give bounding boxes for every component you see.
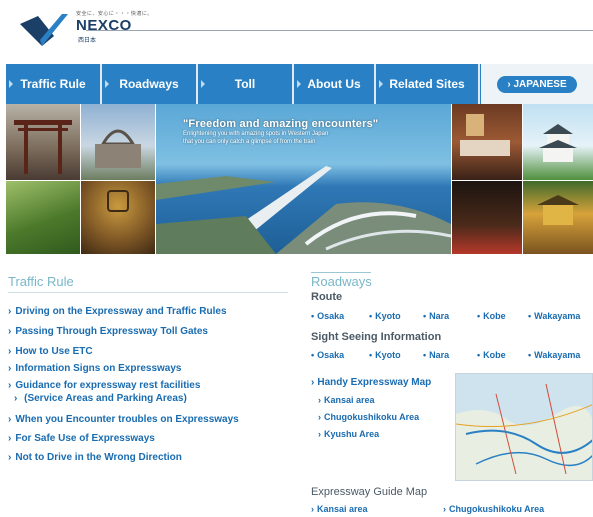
nav-label: Toll [234, 77, 256, 91]
link-driving-rules[interactable]: Driving on the Expressway and Traffic Ru… [8, 306, 226, 317]
nav-related-sites[interactable]: Related Sites [376, 64, 480, 104]
site-header: 安全に、安心に・・・快適に。 NEXCO 西日本 [0, 0, 593, 58]
handy-map-link[interactable]: Handy Expressway Map [311, 377, 431, 388]
nav-traffic-rule[interactable]: Traffic Rule [6, 64, 102, 104]
guide-chugokushikoku[interactable]: Chugokushikoku Area [443, 504, 544, 514]
arrow-icon [105, 80, 109, 88]
arrow-icon [297, 80, 301, 88]
dome-ruin-icon [95, 129, 141, 168]
link-wrong-direction[interactable]: Not to Drive in the Wrong Direction [8, 452, 181, 463]
nav-label: Related Sites [389, 77, 465, 91]
title-accent [311, 272, 371, 273]
route-wakayama[interactable]: Wakayama [528, 311, 580, 321]
sightseeing-wakayama[interactable]: Wakayama [528, 350, 580, 360]
sightseeing-kyoto[interactable]: Kyoto [369, 350, 401, 360]
language-switch: › JAPANESE [481, 64, 593, 104]
nav-roadways[interactable]: Roadways [102, 64, 198, 104]
handy-chugokushikoku[interactable]: Chugokushikoku Area [318, 412, 419, 422]
nav-toll[interactable]: Toll [198, 64, 294, 104]
rice-terrace-photo [6, 181, 80, 254]
banner-title: "Freedom and amazing encounters" [183, 118, 379, 130]
festival-photo [452, 181, 522, 254]
sightseeing-kobe[interactable]: Kobe [477, 350, 506, 360]
nexco-logo-icon [20, 14, 68, 46]
link-information-signs[interactable]: Information Signs on Expressways [8, 363, 181, 374]
torii-gate-photo [6, 104, 80, 180]
route-kyoto[interactable]: Kyoto [369, 311, 401, 321]
pavilion-icon [537, 195, 579, 225]
nav-about-us[interactable]: About Us [294, 64, 376, 104]
handy-kyushu[interactable]: Kyushu Area [318, 429, 379, 439]
arrow-icon [201, 80, 205, 88]
castle-icon [539, 124, 577, 162]
link-troubles[interactable]: When you Encounter troubles on Expresswa… [8, 414, 238, 425]
link-toll-gates[interactable]: Passing Through Expressway Toll Gates [8, 326, 208, 337]
sightseeing-heading: Sight Seeing Information [311, 331, 442, 343]
route-nara[interactable]: Nara [423, 311, 449, 321]
guide-map-heading: Expressway Guide Map [311, 486, 428, 498]
golden-pavilion-photo [523, 181, 593, 254]
route-heading: Route [311, 291, 343, 303]
torii-gate-icon [14, 120, 72, 174]
ryokan-room-photo [452, 104, 522, 180]
main-nav: Traffic Rule Roadways Toll About Us Rela… [6, 64, 593, 104]
link-rest-facilities-continued[interactable]: (Service Areas and Parking Areas) [14, 393, 187, 404]
header-divider [86, 30, 593, 31]
castle-photo [523, 104, 593, 180]
link-etc[interactable]: How to Use ETC [8, 346, 92, 357]
traffic-rule-title[interactable]: Traffic Rule [8, 274, 74, 289]
banner-caption: "Freedom and amazing encounters" Enlight… [183, 118, 443, 146]
room-interior-icon [460, 114, 510, 156]
route-osaka[interactable]: Osaka [311, 311, 344, 321]
stone-carving-photo [81, 181, 155, 254]
arrow-icon [379, 80, 383, 88]
banner-line: Enlightening you with amazing spots in W… [183, 131, 329, 137]
nav-label: Traffic Rule [20, 77, 86, 91]
logo-tagline: 安全に、安心に・・・快適に。 [76, 11, 153, 17]
logo-subtitle: 西日本 [78, 38, 97, 44]
link-safe-use[interactable]: For Safe Use of Expressways [8, 433, 155, 444]
sightseeing-nara[interactable]: Nara [423, 350, 449, 360]
section-divider [8, 292, 288, 293]
route-kobe[interactable]: Kobe [477, 311, 506, 321]
nav-label: About Us [307, 77, 361, 91]
nav-label: Roadways [119, 77, 179, 91]
japanese-button[interactable]: › JAPANESE [497, 75, 577, 93]
map-graphic [456, 374, 592, 480]
link-rest-facilities[interactable]: Guidance for expressway rest facilities [8, 380, 200, 391]
dome-photo [81, 104, 155, 180]
carving-icon [107, 190, 129, 212]
logo-text: NEXCO [76, 17, 132, 34]
expressway-map-thumbnail[interactable] [455, 373, 593, 481]
link-text: (Service Areas and Parking Areas) [24, 393, 187, 404]
sightseeing-osaka[interactable]: Osaka [311, 350, 344, 360]
arrow-icon [9, 80, 13, 88]
banner-line: that you can only catch a glimpse of fro… [183, 139, 316, 145]
roadways-title[interactable]: Roadways [311, 274, 372, 289]
guide-kansai[interactable]: Kansai area [311, 504, 368, 514]
nexco-logo[interactable]: 安全に、安心に・・・快適に。 NEXCO 西日本 [18, 8, 158, 50]
handy-kansai[interactable]: Kansai area [318, 395, 375, 405]
